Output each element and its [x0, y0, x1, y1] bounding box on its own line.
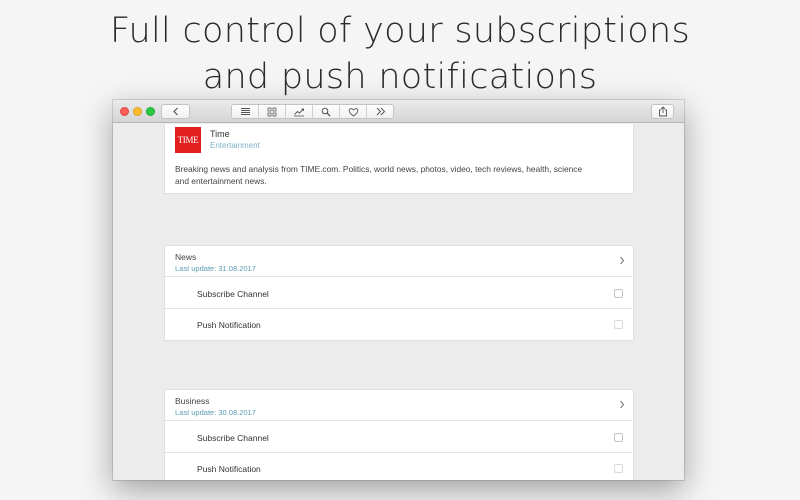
- publication-card: TIME Time Entertainment Breaking news an…: [164, 124, 634, 194]
- section-header[interactable]: Business Last update: 30.08.2017: [165, 390, 633, 421]
- share-button[interactable]: [651, 104, 674, 119]
- channel-section-business: Business Last update: 30.08.2017 Subscri…: [164, 389, 634, 480]
- section-title: News: [175, 252, 197, 262]
- subscribe-label: Subscribe Channel: [197, 289, 269, 299]
- push-notification-label: Push Notification: [197, 464, 261, 474]
- back-button[interactable]: [161, 104, 190, 119]
- double-chevron-icon: [376, 107, 385, 116]
- title-bar: [113, 100, 684, 123]
- heart-icon: [348, 107, 358, 117]
- chevron-left-icon: [172, 107, 178, 116]
- subscribe-checkbox[interactable]: [614, 289, 623, 298]
- push-notification-checkbox[interactable]: [614, 464, 623, 473]
- push-notification-row[interactable]: Push Notification: [165, 309, 633, 340]
- more-button[interactable]: [366, 105, 393, 118]
- channel-section-news: News Last update: 31.08.2017 Subscribe C…: [164, 245, 634, 341]
- view-toolbar-segment: [231, 104, 394, 119]
- section-title: Business: [175, 396, 210, 406]
- grid-icon: [267, 107, 277, 116]
- publication-logo: TIME: [175, 127, 201, 153]
- minimize-window-button[interactable]: [133, 107, 142, 116]
- section-last-update: Last update: 31.08.2017: [175, 264, 256, 273]
- push-notification-checkbox[interactable]: [614, 320, 623, 329]
- grid-view-button[interactable]: [258, 105, 285, 118]
- content-area: TIME Time Entertainment Breaking news an…: [113, 124, 684, 480]
- list-icon: [240, 108, 250, 115]
- chevron-right-icon: [620, 256, 625, 265]
- push-notification-row[interactable]: Push Notification: [165, 453, 633, 480]
- headline-line-1: Full control of your subscriptions: [109, 11, 691, 51]
- push-notification-label: Push Notification: [197, 320, 261, 330]
- chevron-right-icon: [620, 400, 625, 409]
- subscribe-row[interactable]: Subscribe Channel: [165, 278, 633, 309]
- publication-description: Breaking news and analysis from TIME.com…: [175, 164, 583, 186]
- headline-line-2: and push notifications: [202, 57, 598, 97]
- subscribe-checkbox[interactable]: [614, 433, 623, 442]
- favorites-button[interactable]: [339, 105, 366, 118]
- section-last-update: Last update: 30.08.2017: [175, 408, 256, 417]
- list-view-button[interactable]: [232, 105, 258, 118]
- search-button[interactable]: [312, 105, 339, 118]
- trending-icon: [294, 108, 304, 116]
- publication-name: Time: [210, 129, 230, 139]
- search-icon: [321, 107, 331, 116]
- subscribe-row[interactable]: Subscribe Channel: [165, 422, 633, 453]
- share-icon: [658, 106, 667, 117]
- trending-button[interactable]: [285, 105, 312, 118]
- zoom-window-button[interactable]: [146, 107, 155, 116]
- app-window: TIME Time Entertainment Breaking news an…: [113, 100, 684, 480]
- close-window-button[interactable]: [120, 107, 129, 116]
- subscribe-label: Subscribe Channel: [197, 433, 269, 443]
- headline: Full control of your subscriptions and p…: [0, 8, 800, 100]
- section-header[interactable]: News Last update: 31.08.2017: [165, 246, 633, 277]
- publication-category: Entertainment: [210, 141, 260, 150]
